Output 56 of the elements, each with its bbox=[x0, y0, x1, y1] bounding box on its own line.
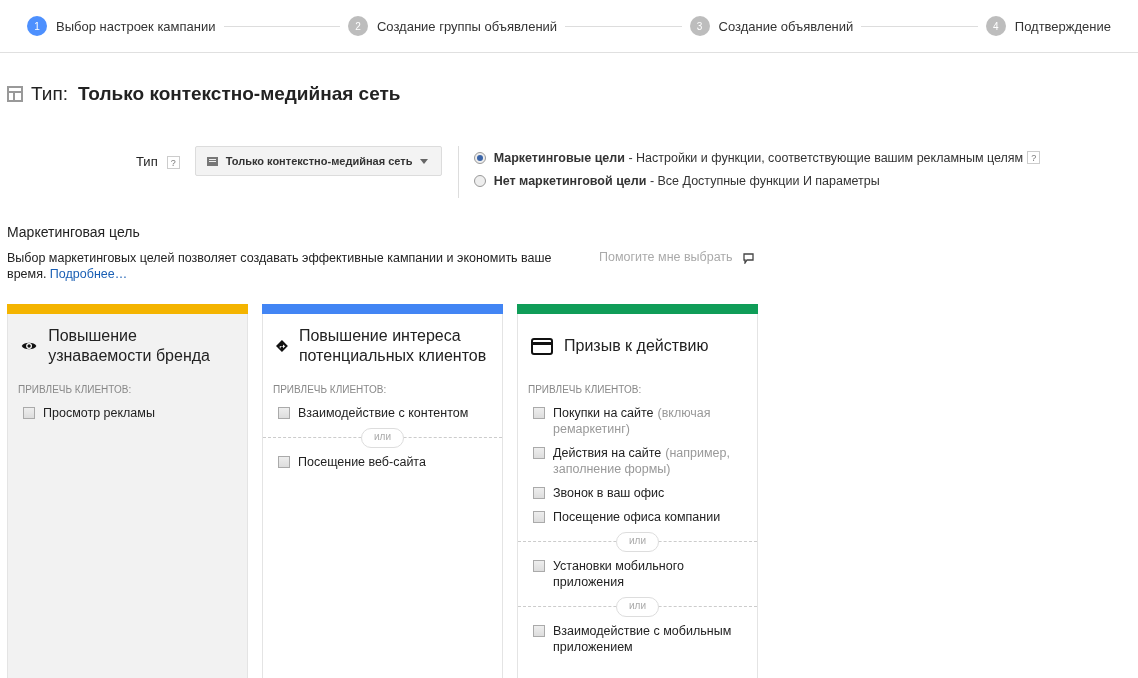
checkbox[interactable] bbox=[533, 511, 545, 523]
card-title: Призыв к действию bbox=[564, 336, 709, 356]
card-title: Повышение узнаваемости бренда bbox=[48, 326, 211, 366]
section-label: ПРИВЛЕЧЬ КЛИЕНТОВ: bbox=[18, 384, 133, 395]
option-label: Установки мобильного приложения bbox=[553, 558, 685, 590]
comment-icon[interactable] bbox=[742, 253, 754, 264]
radio-label: Маркетинговые цели - Настройки и функции, соответствующие вашим рекламным целям bbox=[493, 150, 1024, 165]
option-label: Взаимодействие с мобильным приложением bbox=[553, 623, 733, 655]
option-label: Звонок в ваш офис bbox=[553, 485, 665, 501]
type-label: Тип bbox=[136, 154, 158, 169]
goal-description: Выбор маркетинговых целей позволяет создавать эффективные кампании и экономить ваше время. Подробнее… bbox=[7, 250, 553, 282]
step-label[interactable]: Создание объявлений bbox=[718, 18, 854, 34]
checkbox[interactable] bbox=[533, 625, 545, 637]
credit-card-icon bbox=[531, 337, 553, 355]
radio-button[interactable] bbox=[473, 174, 486, 187]
heading-prefix: Тип: bbox=[31, 83, 68, 105]
option-label: Действия на сайте (например, заполнение формы) bbox=[553, 445, 731, 477]
or-divider: или bbox=[361, 428, 404, 448]
checkbox[interactable] bbox=[278, 456, 290, 468]
checkbox[interactable] bbox=[533, 560, 545, 572]
step-number: 1 bbox=[27, 16, 47, 36]
folder-icon bbox=[206, 156, 218, 166]
goal-card[interactable]: Повышение интереса потенциальных клиентов ПРИВЛЕЧЬ КЛИЕНТОВ: Взаимодействие с контентом или Посещение веб-сайта bbox=[262, 304, 503, 678]
goal-card[interactable] bbox=[517, 304, 758, 678]
option-label: Посещение офиса компании bbox=[553, 509, 721, 525]
option-label: Взаимодействие с контентом bbox=[298, 405, 469, 421]
step-number: 3 bbox=[689, 16, 710, 36]
radio-label: Нет маркетинговой цели - Все Доступные функции И параметры bbox=[493, 173, 880, 188]
checkbox[interactable] bbox=[533, 487, 545, 499]
option-label: Посещение веб-сайта bbox=[298, 454, 426, 470]
more-link[interactable]: Подробнее… bbox=[49, 267, 128, 281]
checkbox[interactable] bbox=[533, 407, 545, 419]
step-label[interactable]: Подтверждение bbox=[1014, 18, 1111, 34]
radio-button[interactable] bbox=[473, 151, 486, 164]
layout-icon bbox=[7, 86, 23, 102]
caret-icon bbox=[420, 158, 429, 164]
goal-card[interactable]: Повышение узнаваемости бренда ПРИВЛЕЧЬ КЛИЕНТОВ: Просмотр рекламы bbox=[7, 304, 248, 678]
page-title: Только контекстно-медийная сеть bbox=[77, 83, 401, 105]
step-number: 2 bbox=[347, 16, 368, 36]
step-number: 4 bbox=[985, 16, 1006, 36]
section-label: ПРИВЛЕЧЬ КЛИЕНТОВ: bbox=[273, 384, 388, 395]
card-title: Повышение интереса потенциальных клиентов bbox=[298, 326, 488, 366]
step-label[interactable]: Выбор настроек кампании bbox=[56, 18, 216, 34]
help-button[interactable]: ? bbox=[1027, 151, 1041, 164]
option-label: Покупки на сайте (включая ремаркетинг) bbox=[553, 405, 712, 437]
type-dropdown[interactable]: Только контекстно-медийная сеть bbox=[194, 146, 442, 176]
or-divider: или bbox=[616, 532, 659, 552]
option-label: Просмотр рекламы bbox=[43, 405, 155, 421]
checkbox[interactable] bbox=[533, 447, 545, 459]
section-title: Маркетинговая цель bbox=[7, 224, 141, 240]
step-label[interactable]: Создание группы объявлений bbox=[376, 18, 558, 34]
checkbox[interactable] bbox=[23, 407, 35, 419]
section-label: ПРИВЛЕЧЬ КЛИЕНТОВ: bbox=[528, 384, 643, 395]
checkbox[interactable] bbox=[278, 407, 290, 419]
or-divider: или bbox=[616, 597, 659, 617]
help-button[interactable]: ? bbox=[166, 156, 180, 169]
